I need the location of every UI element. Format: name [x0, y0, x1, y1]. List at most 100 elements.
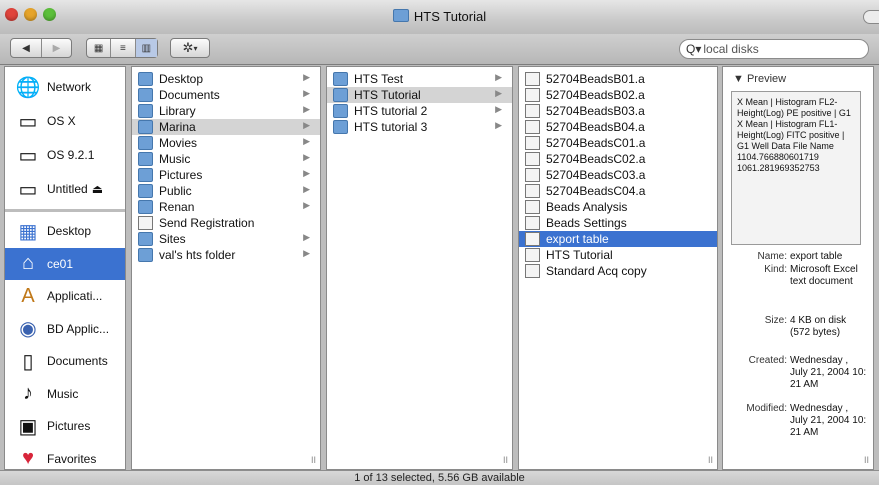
list-item-label: Documents — [159, 88, 220, 102]
list-item-label: 52704BeadsB01.a — [546, 72, 645, 86]
list-item-label: HTS Test — [354, 72, 404, 86]
sidebar-item-music[interactable]: ♪ Music — [5, 378, 125, 410]
list-item[interactable]: export table — [519, 231, 717, 247]
sidebar-item-pictures[interactable]: ▣ Pictures — [5, 410, 125, 442]
list-item[interactable]: Sites ▶ — [132, 231, 320, 247]
sidebar-item-documents[interactable]: ▯ Documents — [5, 345, 125, 377]
list-item[interactable]: Library ▶ — [132, 103, 320, 119]
bd-app-icon: ◉ — [19, 318, 37, 340]
sidebar-item-untitled[interactable]: ▭ Untitled ⏏ — [5, 173, 125, 205]
list-item[interactable]: Marina ▶ — [132, 119, 320, 135]
file-icon — [525, 232, 540, 246]
column-resize-handle[interactable]: II — [311, 455, 316, 465]
column-resize-handle[interactable]: II — [708, 455, 713, 465]
disclosure-arrow-icon: ▶ — [303, 248, 310, 258]
chevron-down-icon: ▾ — [193, 43, 198, 53]
file-icon — [525, 216, 540, 230]
status-bar: 1 of 13 selected, 5.56 GB available — [0, 470, 879, 485]
list-item[interactable]: 52704BeadsC03.a — [519, 167, 717, 183]
list-item[interactable]: 52704BeadsB02.a — [519, 87, 717, 103]
sidebar-item-os-x[interactable]: ▭ OS X — [5, 105, 125, 137]
forward-arrow-icon: ▶ — [52, 42, 61, 54]
icon-view-button[interactable]: ▦ — [87, 39, 112, 57]
sidebar-item-applicati-[interactable]: A Applicati... — [5, 280, 125, 312]
folder-icon — [333, 88, 348, 102]
info-value: Wednesday , July 21, 2004 10: 21 AM — [790, 403, 867, 438]
back-button[interactable]: ◀ — [11, 39, 42, 57]
list-item-label: HTS Tutorial — [546, 248, 613, 262]
list-item-label: Pictures — [159, 168, 203, 182]
list-item[interactable]: 52704BeadsC04.a — [519, 183, 717, 199]
sidebar-item-network[interactable]: 🌐 Network — [5, 71, 125, 103]
disclosure-arrow-icon: ▶ — [495, 120, 502, 130]
list-item[interactable]: Send Registration — [132, 215, 320, 231]
sidebar-item-os-9-2-1[interactable]: ▭ OS 9.2.1 — [5, 139, 125, 171]
list-item[interactable]: HTS tutorial 3 ▶ — [327, 119, 512, 135]
folder-icon — [138, 104, 153, 118]
folder-icon — [138, 72, 153, 86]
list-item[interactable]: Movies ▶ — [132, 135, 320, 151]
info-value: Microsoft Excel text document — [790, 264, 858, 287]
sidebar-item-label: Network — [47, 80, 92, 94]
list-item[interactable]: Pictures ▶ — [132, 167, 320, 183]
sidebar-item-label: Desktop — [47, 224, 92, 238]
disclosure-arrow-icon: ▶ — [303, 200, 310, 210]
list-item[interactable]: 52704BeadsB03.a — [519, 103, 717, 119]
list-item-label: 52704BeadsB03.a — [546, 104, 645, 118]
sidebar-item-desktop[interactable]: ▦ Desktop — [5, 215, 125, 247]
action-button[interactable]: ✲ ▾ — [170, 38, 210, 58]
sidebar-item-ce01[interactable]: ⌂ ce01 — [5, 247, 125, 280]
list-item[interactable]: Public ▶ — [132, 183, 320, 199]
disclosure-arrow-icon: ▶ — [303, 104, 310, 114]
disclosure-arrow-icon: ▶ — [303, 232, 310, 242]
file-icon — [525, 120, 540, 134]
file-icon — [525, 200, 540, 214]
sidebar-divider[interactable] — [5, 209, 125, 212]
list-item[interactable]: val's hts folder ▶ — [132, 247, 320, 263]
list-item[interactable]: Beads Settings — [519, 215, 717, 231]
eject-icon[interactable]: ⏏ — [92, 182, 103, 196]
list-item[interactable]: Documents ▶ — [132, 87, 320, 103]
list-item[interactable]: Standard Acq copy — [519, 263, 717, 279]
list-item[interactable]: 52704BeadsB01.a — [519, 71, 717, 87]
toolbar-toggle-button[interactable] — [863, 10, 879, 24]
list-item[interactable]: Beads Analysis — [519, 199, 717, 215]
list-item[interactable]: 52704BeadsC02.a — [519, 151, 717, 167]
info-value: Wednesday , July 21, 2004 10: 21 AM — [790, 355, 867, 390]
list-item-label: Sites — [159, 232, 186, 246]
list-item[interactable]: 52704BeadsC01.a — [519, 135, 717, 151]
sidebar: 🌐 Network ▭ OS X ▭ OS 9.2.1 ▭ Untitled ⏏ ▦ Deskto… — [4, 66, 126, 470]
title-bar[interactable]: HTS Tutorial — [0, 0, 879, 35]
search-field[interactable]: Q▾ local disks — [679, 39, 869, 59]
list-item[interactable]: HTS Tutorial — [519, 247, 717, 263]
list-item[interactable]: 52704BeadsB04.a — [519, 119, 717, 135]
info-value: 4 KB on disk (572 bytes) — [790, 315, 847, 338]
list-item-label: Renan — [159, 200, 195, 214]
sidebar-item-bd-applic-[interactable]: ◉ BD Applic... — [5, 313, 125, 345]
column-resize-handle[interactable]: II — [503, 455, 508, 465]
list-item[interactable]: HTS Tutorial ▶ — [327, 87, 512, 103]
list-item[interactable]: Music ▶ — [132, 151, 320, 167]
column-resize-handle[interactable]: II — [864, 455, 869, 465]
column-view-button[interactable]: ▥ — [135, 39, 157, 57]
list-item[interactable]: HTS Test ▶ — [327, 71, 512, 87]
sidebar-item-label: Applicati... — [47, 289, 103, 303]
globe-icon: 🌐 — [15, 76, 41, 99]
list-item-label: HTS tutorial 2 — [354, 104, 428, 118]
list-item-label: HTS Tutorial — [354, 88, 421, 102]
file-icon — [525, 264, 540, 278]
search-icon: Q▾ — [686, 42, 702, 56]
preview-header[interactable]: ▼ Preview — [733, 73, 786, 85]
list-item[interactable]: Renan ▶ — [132, 199, 320, 215]
forward-button[interactable]: ▶ — [42, 39, 71, 57]
list-item-label: Send Registration — [159, 216, 255, 230]
view-control: ▦ ≡ ▥ — [86, 38, 158, 58]
list-item-label: 52704BeadsC01.a — [546, 136, 646, 150]
disclosure-arrow-icon: ▶ — [495, 88, 502, 98]
list-view-button[interactable]: ≡ — [111, 39, 136, 57]
preview-column: ▼ Preview X Mean | Histogram FL2-Height(… — [722, 66, 874, 470]
list-item[interactable]: Desktop ▶ — [132, 71, 320, 87]
list-item-label: 52704BeadsC02.a — [546, 152, 646, 166]
list-item[interactable]: HTS tutorial 2 ▶ — [327, 103, 512, 119]
hard-disk-icon: ▭ — [18, 110, 38, 133]
